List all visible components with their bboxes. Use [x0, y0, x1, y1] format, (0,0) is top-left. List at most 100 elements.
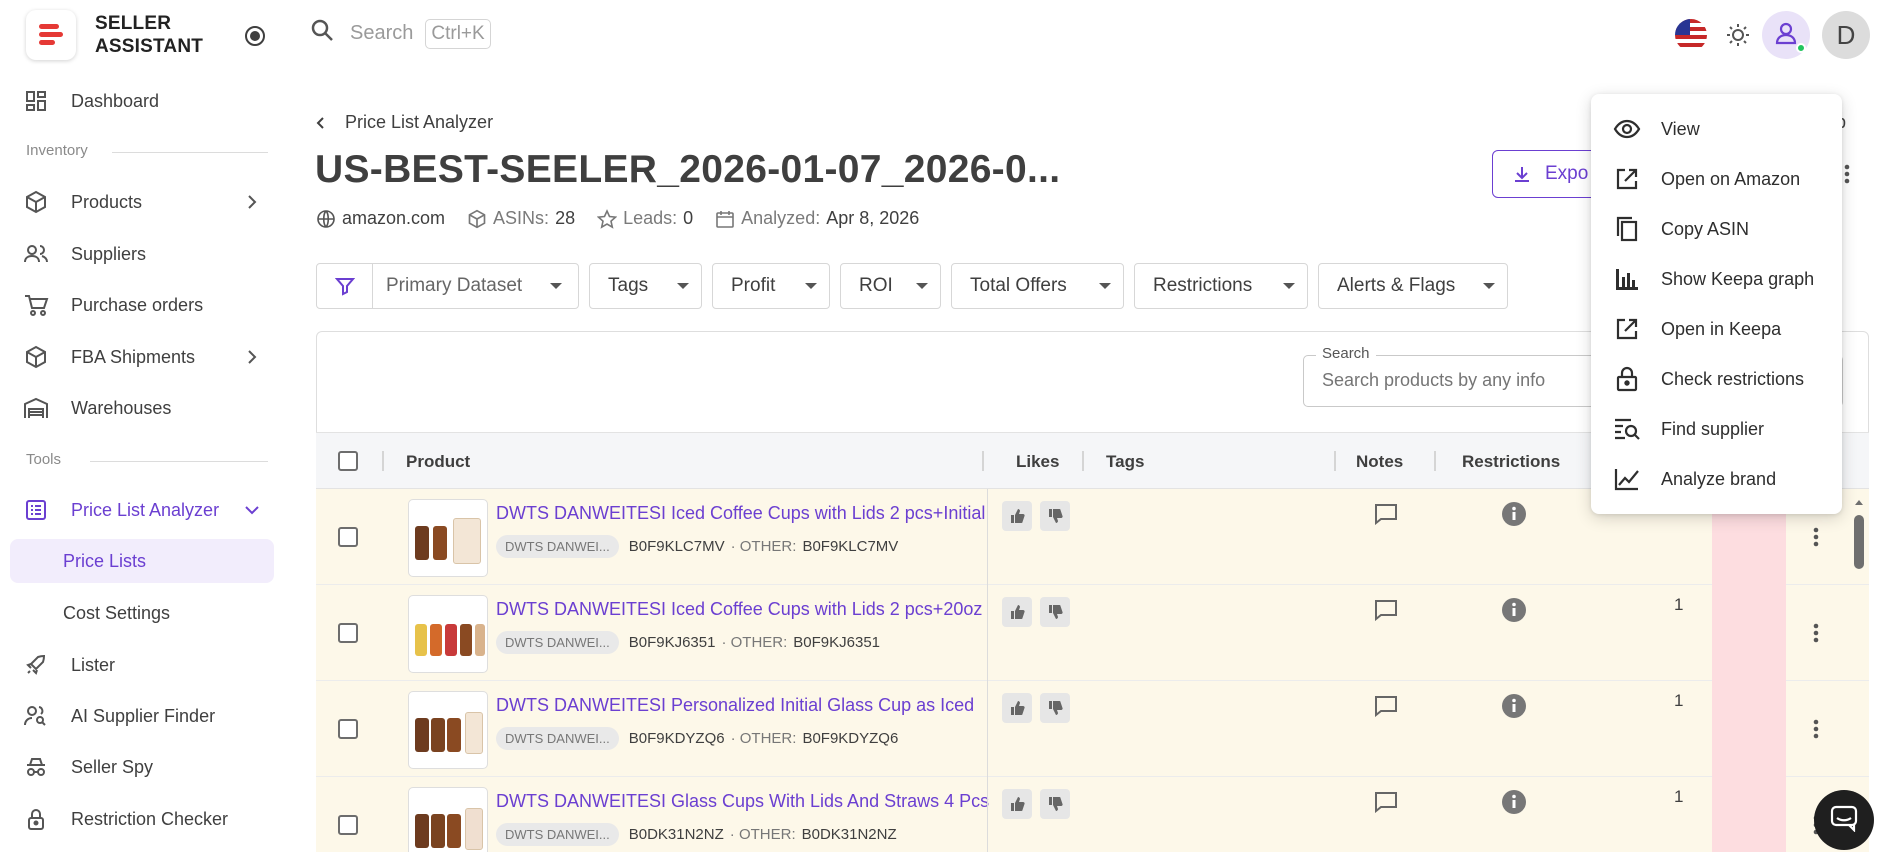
brand-chip[interactable]: DWTS DANWEI...: [496, 823, 619, 846]
menu-item-copy-asin[interactable]: Copy ASIN: [1591, 204, 1842, 254]
sidebar-item-seller-spy[interactable]: Seller Spy: [10, 745, 274, 789]
row-more-icon[interactable]: [1811, 622, 1821, 649]
sidebar-item-lister[interactable]: Lister: [10, 643, 274, 687]
filter-profit[interactable]: Profit: [712, 263, 830, 309]
product-image[interactable]: [408, 595, 488, 673]
sidebar-item-ai-supplier-finder[interactable]: AI Supplier Finder: [10, 694, 274, 738]
info-icon[interactable]: [1501, 501, 1527, 532]
menu-item-label: Check restrictions: [1661, 368, 1805, 389]
us-flag-icon[interactable]: [1675, 19, 1707, 51]
brand-chip[interactable]: DWTS DANWEI...: [496, 535, 619, 558]
more-vert-icon[interactable]: [1840, 163, 1854, 190]
menu-item-check-restrictions[interactable]: Check restrictions: [1591, 354, 1842, 404]
shortcut-hint: Ctrl+K: [425, 18, 491, 49]
product-title-link[interactable]: DWTS DANWEITESI Iced Coffee Cups with Li…: [496, 503, 990, 524]
product-image[interactable]: [408, 499, 488, 577]
filter-icon[interactable]: [317, 264, 373, 308]
menu-item-keepa-graph[interactable]: Show Keepa graph: [1591, 254, 1842, 304]
column-separator: [1334, 451, 1336, 471]
sidebar-item-label: Restriction Checker: [71, 808, 229, 829]
breadcrumb[interactable]: Price List Analyzer: [313, 112, 493, 133]
product-title-link[interactable]: DWTS DANWEITESI Glass Cups With Lids And…: [496, 791, 990, 812]
sidebar-item-fba-shipments[interactable]: FBA Shipments: [10, 335, 274, 379]
row-checkbox[interactable]: [338, 815, 358, 835]
menu-item-view[interactable]: View: [1591, 104, 1842, 154]
scrollbar-thumb[interactable]: [1854, 515, 1864, 569]
sidebar-item-restriction-checker[interactable]: Restriction Checker: [10, 797, 274, 841]
column-restrictions[interactable]: Restrictions: [1462, 452, 1560, 472]
column-tags[interactable]: Tags: [1106, 452, 1144, 472]
brand-chip[interactable]: DWTS DANWEI...: [496, 631, 619, 654]
menu-item-analyze-brand[interactable]: Analyze brand: [1591, 454, 1842, 504]
sidebar-item-price-lists[interactable]: Price Lists: [10, 539, 274, 583]
table-search-input[interactable]: [1322, 370, 1622, 391]
thumb-down-icon[interactable]: [1040, 501, 1070, 531]
filter-restrictions[interactable]: Restrictions: [1134, 263, 1308, 309]
record-icon[interactable]: [244, 25, 266, 52]
product-image[interactable]: [408, 787, 488, 852]
info-icon[interactable]: [1501, 597, 1527, 628]
thumb-down-icon[interactable]: [1040, 597, 1070, 627]
product-image[interactable]: [408, 691, 488, 769]
sidebar-item-cost-settings[interactable]: Cost Settings: [10, 591, 274, 635]
column-notes[interactable]: Notes: [1356, 452, 1403, 472]
sidebar-item-price-list-analyzer[interactable]: Price List Analyzer: [10, 488, 274, 532]
sidebar-item-dashboard[interactable]: Dashboard: [10, 79, 274, 123]
column-product[interactable]: Product: [406, 452, 470, 472]
theme-toggle-icon[interactable]: [1725, 22, 1751, 53]
thumb-up-icon[interactable]: [1002, 789, 1032, 819]
thumb-up-icon[interactable]: [1002, 597, 1032, 627]
table-row[interactable]: DWTS DANWEITESI Iced Coffee Cups with Li…: [316, 585, 1869, 681]
sidebar-item-warehouses[interactable]: Warehouses: [10, 386, 274, 430]
sidebar-item-products[interactable]: Products: [10, 180, 274, 224]
export-label: Expo: [1545, 163, 1589, 184]
brand-chip[interactable]: DWTS DANWEI...: [496, 727, 619, 750]
other-label-text: OTHER:: [739, 538, 797, 555]
avatar[interactable]: D: [1822, 11, 1870, 59]
sidebar-item-suppliers[interactable]: Suppliers: [10, 232, 274, 276]
account-button[interactable]: [1762, 11, 1810, 59]
app-logo[interactable]: [26, 10, 76, 60]
leads-value: 0: [683, 208, 694, 228]
info-icon[interactable]: [1501, 693, 1527, 724]
filter-label: Alerts & Flags: [1337, 275, 1456, 296]
comment-icon[interactable]: [1374, 503, 1398, 530]
product-title-link[interactable]: DWTS DANWEITESI Personalized Initial Gla…: [496, 695, 990, 716]
global-search[interactable]: Search Ctrl+K: [310, 18, 491, 49]
other-label: · OTHER:: [730, 538, 797, 555]
filter-tags[interactable]: Tags: [589, 263, 702, 309]
dataset-filter[interactable]: Primary Dataset: [316, 263, 579, 309]
cube-icon: [468, 209, 486, 228]
comment-icon[interactable]: [1374, 695, 1398, 722]
thumb-down-icon[interactable]: [1040, 693, 1070, 723]
row-more-icon[interactable]: [1811, 526, 1821, 553]
comment-icon[interactable]: [1374, 791, 1398, 818]
sidebar-item-purchase-orders[interactable]: Purchase orders: [10, 283, 274, 327]
thumb-up-icon[interactable]: [1002, 693, 1032, 723]
online-status-dot: [1796, 43, 1806, 53]
lock-icon: [1613, 365, 1641, 393]
product-title-link[interactable]: DWTS DANWEITESI Iced Coffee Cups with Li…: [496, 599, 990, 620]
table-row[interactable]: DWTS DANWEITESI Glass Cups With Lids And…: [316, 777, 1869, 852]
menu-item-find-supplier[interactable]: Find supplier: [1591, 404, 1842, 454]
row-checkbox[interactable]: [338, 527, 358, 547]
column-likes[interactable]: Likes: [1016, 452, 1059, 472]
row-checkbox[interactable]: [338, 719, 358, 739]
menu-item-open-keepa[interactable]: Open in Keepa: [1591, 304, 1842, 354]
comment-icon[interactable]: [1374, 599, 1398, 626]
filter-alerts-flags[interactable]: Alerts & Flags: [1318, 263, 1508, 309]
thumb-up-icon[interactable]: [1002, 501, 1032, 531]
info-icon[interactable]: [1501, 789, 1527, 820]
row-checkbox[interactable]: [338, 623, 358, 643]
filter-label: Restrictions: [1153, 275, 1253, 296]
filter-roi[interactable]: ROI: [840, 263, 941, 309]
menu-item-open-amazon[interactable]: Open on Amazon: [1591, 154, 1842, 204]
select-all-checkbox[interactable]: [338, 451, 358, 471]
chat-launcher[interactable]: [1814, 790, 1874, 850]
global-search-placeholder: Search: [350, 22, 414, 44]
table-row[interactable]: DWTS DANWEITESI Personalized Initial Gla…: [316, 681, 1869, 777]
filter-total-offers[interactable]: Total Offers: [951, 263, 1124, 309]
thumb-down-icon[interactable]: [1040, 789, 1070, 819]
brand-name: SELLER ASSISTANT: [95, 12, 203, 58]
row-more-icon[interactable]: [1811, 718, 1821, 745]
